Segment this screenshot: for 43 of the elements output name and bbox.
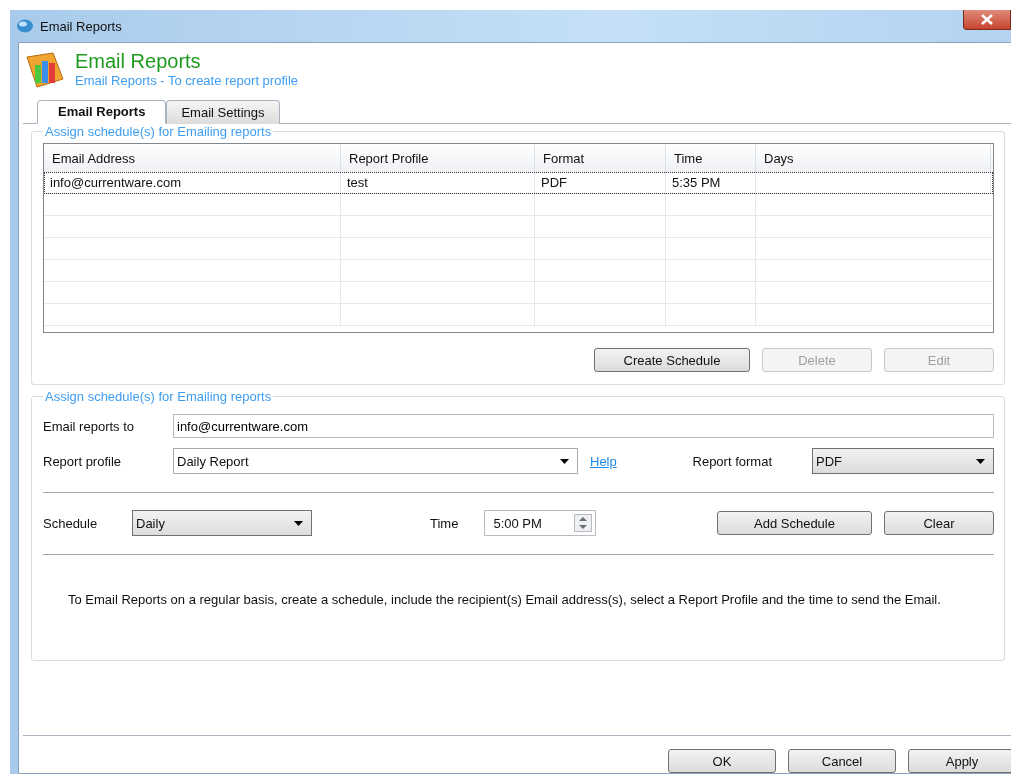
dialog-button[interactable]: Cancel [788,749,896,773]
schedule-dropdown[interactable]: Daily [132,510,312,536]
column-header[interactable]: Format [535,144,666,172]
field-label: Report profile [43,453,123,469]
dropdown-arrow-icon [294,520,303,526]
tab[interactable]: Email Reports [37,100,167,124]
spin-arrows-icon [574,514,593,532]
dropdown-arrow-icon [976,458,985,464]
tab[interactable]: Email Settings [166,100,280,124]
table-cell: 5:35 PM [666,172,756,194]
dialog-button[interactable]: OK [668,749,776,773]
dropdown-arrow-icon [560,458,569,464]
table-cell: test [341,172,535,194]
help-link[interactable]: Help [590,453,617,469]
email-field[interactable]: info@currentware.com [173,414,994,438]
column-header[interactable]: Email Address [44,144,341,172]
field-label: Report format [692,453,772,469]
globe-icon [16,18,34,34]
close-icon [980,14,994,25]
table-cell: info@currentware.com [44,172,341,194]
chart-icon [23,49,67,91]
profile-dropdown[interactable]: Daily Report [173,448,578,474]
form-button[interactable]: Add Schedule [717,511,872,535]
dialog-button[interactable]: Apply [908,749,1011,773]
group-legend: Assign schedule(s) for Emailing reports [43,124,274,139]
table-row[interactable]: info@currentware.com test PDF 5:35 PM [44,172,993,194]
field-label: Schedule [43,515,99,531]
column-header[interactable]: Report Profile [341,144,535,172]
column-header[interactable]: Time [666,144,756,172]
instruction-text: To Email Reports on a regular basis, create a schedule, include the recipient(s) Email address(s), select a Report Profile and the time to send the Email. [68,591,942,608]
window-title: Email Reports [40,18,122,34]
field-label: Time [430,515,459,531]
form-button[interactable]: Clear [884,511,994,535]
format-dropdown[interactable]: PDF [812,448,994,474]
table-cell: PDF [535,172,666,194]
time-spinner[interactable]: 5:00 PM [484,510,597,536]
column-header[interactable]: Days [756,144,991,172]
page-title: Email Reports [75,49,202,73]
page-subtitle: Email Reports - To create report profile [75,73,299,88]
field-label: Email reports to [43,418,136,434]
schedule-button[interactable]: Create Schedule [594,348,750,372]
close-button[interactable] [963,10,1011,30]
group-legend: Assign schedule(s) for Emailing reports [43,389,274,404]
